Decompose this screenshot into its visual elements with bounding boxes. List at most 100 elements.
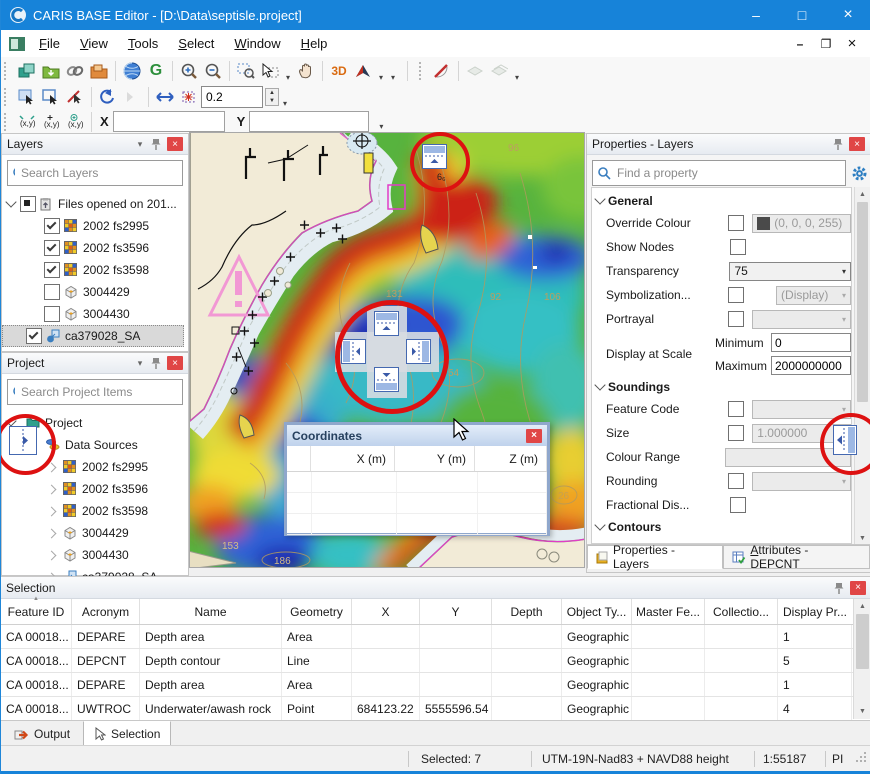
coordinates-titlebar[interactable]: Coordinates × (287, 425, 547, 446)
expand-chevron-icon[interactable] (5, 415, 16, 426)
toolbar3-overflow[interactable]: ▾ (375, 122, 387, 133)
window-minimize-button[interactable]: – (733, 0, 779, 30)
section-contours[interactable]: Contours (592, 517, 851, 537)
import-folder-icon[interactable] (87, 60, 111, 82)
3004430-checkbox[interactable] (44, 306, 60, 322)
bearing-tool-icon[interactable] (430, 60, 454, 82)
gear-icon[interactable] (848, 165, 870, 182)
property-search-input[interactable] (615, 165, 841, 181)
tab-attributes-depcnt[interactable]: Attributes - DEPCNT (723, 545, 870, 569)
pan-hand-icon[interactable] (294, 60, 318, 82)
next-view-icon[interactable] (120, 86, 144, 108)
x-coord-field[interactable] (113, 111, 225, 132)
transparency-combo[interactable]: 75 ▾ (729, 262, 851, 281)
show-nodes-checkbox[interactable] (730, 239, 746, 255)
toolbar1-overflow[interactable]: ▾ (387, 73, 399, 84)
stepper-up-icon[interactable]: ▲ (266, 89, 278, 97)
fit-width-icon[interactable] (153, 86, 177, 108)
coordinates-close-icon[interactable]: × (526, 429, 542, 443)
fs3596-checkbox[interactable] (44, 240, 60, 256)
collapsed-chevron-icon[interactable] (47, 484, 57, 494)
navpad-right-button[interactable] (406, 339, 431, 364)
tab-properties-layers[interactable]: Properties - Layers (587, 545, 723, 569)
tree-row-proj-fs3596[interactable]: 2002 fs3596 (2, 478, 188, 500)
menu-window[interactable]: Window (224, 32, 290, 55)
child-minimize-button[interactable]: – (787, 34, 813, 54)
zoom-out-icon[interactable] (201, 60, 225, 82)
col-geometry[interactable]: Geometry (282, 599, 352, 624)
flash-selection-icon[interactable] (177, 86, 201, 108)
project-close-icon[interactable]: × (167, 356, 183, 370)
col-x[interactable]: X (352, 599, 420, 624)
window-maximize-button[interactable]: □ (779, 0, 825, 30)
north-arrow-icon[interactable] (351, 60, 375, 82)
north-arrow-dropdown[interactable]: ▾ (375, 73, 387, 84)
coord-add-icon[interactable]: (x,y) (39, 113, 63, 131)
project-menu-icon[interactable]: ▾ (132, 356, 148, 371)
child-restore-button[interactable]: ❐ (813, 34, 839, 54)
section-chevron-icon[interactable] (594, 193, 605, 204)
copy-layer-icon[interactable] (15, 60, 39, 82)
selection-close-icon[interactable]: × (850, 581, 866, 595)
navpad-down-button[interactable] (374, 367, 399, 392)
tab-output[interactable]: Output (3, 721, 81, 746)
toolbar2-overflow[interactable]: ▾ (279, 99, 291, 110)
tab-selection[interactable]: Selection (83, 721, 171, 746)
coordinates-window[interactable]: Coordinates × X (m) Y (m) Z (m) (284, 422, 550, 536)
tree-row-proj-fs3598[interactable]: 2002 fs3598 (2, 500, 188, 522)
collapsed-chevron-icon[interactable] (47, 506, 57, 516)
table-row[interactable]: CA 00018...UWTROC Underwater/awash rockP… (1, 697, 870, 721)
scroll-up-icon[interactable]: ▲ (855, 187, 870, 202)
override-colour-value[interactable]: (0, 0, 0, 255) (752, 214, 851, 233)
layer-sheet-icon[interactable] (463, 60, 487, 82)
feature-code-checkbox[interactable] (728, 401, 744, 417)
collapsed-chevron-icon[interactable] (47, 550, 57, 560)
properties-scrollbar[interactable]: ▲ ▼ (854, 187, 870, 546)
section-soundings[interactable]: Soundings (592, 377, 851, 397)
zoom-area-icon[interactable] (234, 60, 258, 82)
tree-row-proj-3004429[interactable]: 3004429 (2, 522, 188, 544)
feature-code-combo[interactable]: ▾ (752, 400, 851, 419)
coord-target-icon[interactable]: (x,y) (63, 113, 87, 131)
project-search-input[interactable] (19, 384, 178, 400)
collapse-right-button[interactable] (833, 425, 857, 455)
resize-grip[interactable] (856, 752, 868, 767)
tree-row-3004430[interactable]: 3004430 (2, 303, 188, 325)
size-checkbox[interactable] (728, 425, 744, 441)
link-icon[interactable] (63, 60, 87, 82)
layers-pin-icon[interactable] (148, 137, 164, 152)
previous-view-icon[interactable] (96, 86, 120, 108)
collapse-top-button[interactable] (422, 144, 447, 169)
child-close-button[interactable]: × (839, 34, 865, 54)
expand-chevron-icon[interactable] (5, 196, 16, 207)
rounding-combo[interactable]: ▾ (752, 472, 851, 491)
toolbar-drag-handle[interactable] (4, 62, 12, 80)
3004429-checkbox[interactable] (44, 284, 60, 300)
fs3598-checkbox[interactable] (44, 262, 60, 278)
portrayal-combo[interactable]: ▾ (752, 310, 851, 329)
table-row[interactable]: CA 00018...DEPCNT Depth contourLine Geog… (1, 649, 870, 673)
scrollbar-thumb[interactable] (856, 614, 869, 669)
table-row[interactable]: CA 00018...DEPARE Depth areaArea Geograp… (1, 673, 870, 697)
symbolization-checkbox[interactable] (728, 287, 744, 303)
menu-file[interactable]: File (29, 32, 70, 55)
scroll-up-icon[interactable]: ▲ (854, 599, 870, 614)
layers-search-input[interactable] (19, 165, 178, 181)
menu-tools[interactable]: Tools (118, 32, 168, 55)
project-pin-icon[interactable] (148, 356, 164, 371)
scroll-down-icon[interactable]: ▼ (854, 704, 870, 719)
window-close-button[interactable]: × (825, 0, 870, 30)
tree-row-fs3596[interactable]: 2002 fs3596 (2, 237, 188, 259)
zoom-in-icon[interactable] (177, 60, 201, 82)
toolbar3-drag-handle[interactable] (4, 113, 12, 131)
toolbar2-drag-handle[interactable] (4, 88, 12, 106)
select-rect-icon[interactable] (15, 86, 39, 108)
tree-row-proj-fs2995[interactable]: 2002 fs2995 (2, 456, 188, 478)
col-acronym[interactable]: Acronym (72, 599, 140, 624)
col-feature-id[interactable]: ▲ Feature ID (1, 599, 72, 624)
minimum-scale-input[interactable] (771, 333, 851, 352)
menu-view[interactable]: View (70, 32, 118, 55)
portrayal-checkbox[interactable] (728, 311, 744, 327)
fs2995-checkbox[interactable] (44, 218, 60, 234)
maximum-scale-input[interactable] (771, 356, 851, 375)
